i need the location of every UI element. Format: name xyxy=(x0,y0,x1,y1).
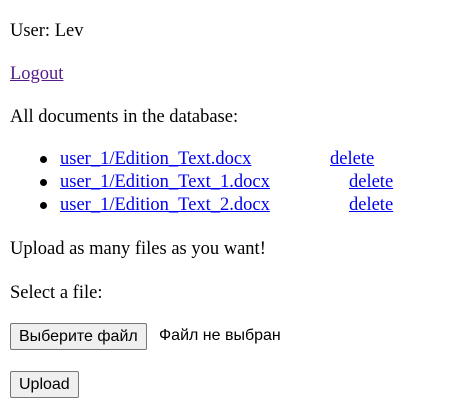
documents-heading: All documents in the database: xyxy=(10,107,239,127)
user-label: User: Lev xyxy=(10,21,84,41)
delete-link[interactable]: delete xyxy=(349,171,393,194)
no-file-status: Файл не выбран xyxy=(159,327,281,344)
upload-button[interactable]: Upload xyxy=(10,371,79,398)
delete-link[interactable]: delete xyxy=(330,148,374,171)
bullet-icon xyxy=(40,156,47,163)
bullet-icon xyxy=(40,179,47,186)
choose-file-button[interactable]: Выберите файл xyxy=(10,323,147,350)
document-link[interactable]: user_1/Edition_Text.docx xyxy=(60,148,251,171)
select-file-label: Select a file: xyxy=(10,283,103,303)
document-link[interactable]: user_1/Edition_Text_1.docx xyxy=(60,171,270,194)
upload-heading: Upload as many files as you want! xyxy=(10,239,266,259)
bullet-icon xyxy=(40,202,47,209)
delete-link[interactable]: delete xyxy=(349,194,393,217)
document-link[interactable]: user_1/Edition_Text_2.docx xyxy=(60,194,270,217)
logout-link[interactable]: Logout xyxy=(10,64,63,84)
